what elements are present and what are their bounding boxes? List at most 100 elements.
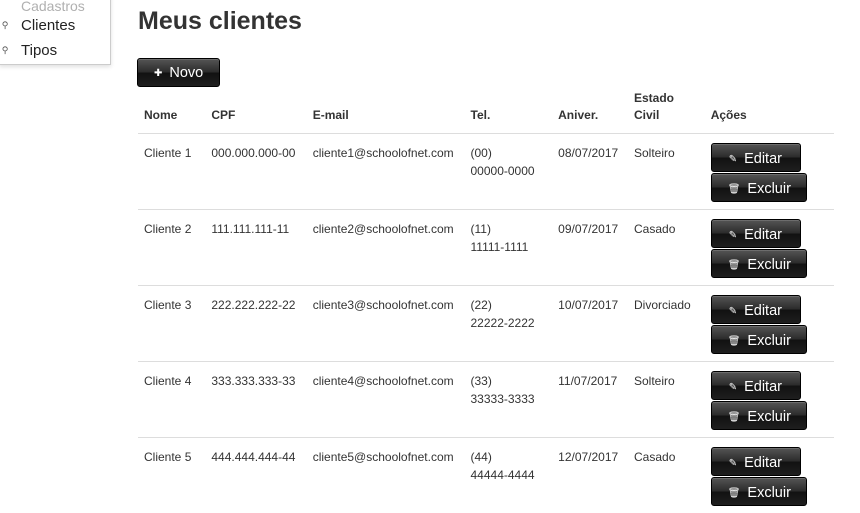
trash-icon: 🗑 bbox=[728, 412, 741, 423]
cell-acoes: ✎ Editar 🗑 Excluir bbox=[705, 134, 834, 210]
delete-button-label: Excluir bbox=[747, 409, 791, 425]
cell-nome: Cliente 1 bbox=[138, 134, 205, 210]
delete-button[interactable]: 🗑 Excluir bbox=[711, 325, 807, 354]
edit-button[interactable]: ✎ Editar bbox=[711, 219, 801, 248]
sidebar-item-clientes[interactable]: ⚲ Clientes bbox=[0, 16, 110, 36]
cell-nome: Cliente 2 bbox=[138, 210, 205, 286]
sidebar: Cadastros ⚲ Clientes ⚲ Tipos bbox=[0, 0, 111, 65]
cell-aniver: 09/07/2017 bbox=[552, 210, 628, 286]
cell-cpf: 000.000.000-00 bbox=[205, 134, 306, 210]
pencil-icon: ✎ bbox=[729, 458, 737, 469]
cell-cpf: 111.111.111-11 bbox=[205, 210, 306, 286]
user-icon: ⚲ bbox=[0, 20, 10, 30]
cell-cpf: 333.333.333-33 bbox=[205, 362, 306, 438]
pencil-icon: ✎ bbox=[729, 154, 737, 165]
column-header-nome: Nome bbox=[138, 90, 205, 134]
clients-table: Nome CPF E-mail Tel. Aniver. Estado Civi… bbox=[138, 90, 834, 513]
tel-ddd: (11) bbox=[471, 222, 491, 236]
delete-button-label: Excluir bbox=[747, 257, 791, 273]
cell-email: cliente5@schoolofnet.com bbox=[307, 438, 465, 513]
edit-button[interactable]: ✎Editar bbox=[711, 371, 801, 400]
trash-icon: 🗑 bbox=[728, 184, 741, 195]
cell-estado-civil: Divorciado bbox=[628, 286, 705, 362]
column-header-estado-civil: Estado Civil bbox=[628, 90, 705, 134]
table-row: Cliente 2111.111.111-11cliente2@schoolof… bbox=[138, 210, 834, 286]
cell-tel: (22) 22222-2222 bbox=[465, 286, 553, 362]
pencil-icon: ✎ bbox=[729, 382, 737, 393]
cell-estado-civil: Casado bbox=[628, 210, 705, 286]
edit-button-label: Editar bbox=[744, 227, 782, 243]
tel-number: 44444-4444 bbox=[471, 468, 535, 482]
cell-aniver: 10/07/2017 bbox=[552, 286, 628, 362]
user-icon: ⚲ bbox=[0, 45, 10, 55]
column-header-email: E-mail bbox=[307, 90, 465, 134]
new-client-button[interactable]: ✚ Novo bbox=[137, 58, 220, 87]
cell-nome: Cliente 3 bbox=[138, 286, 205, 362]
edit-button[interactable]: ✎ Editar bbox=[711, 447, 801, 476]
new-button-label: Novo bbox=[169, 65, 203, 81]
tel-ddd: (00) bbox=[471, 146, 492, 160]
page-title: Meus clientes bbox=[138, 7, 302, 36]
cell-tel: (33) 33333-3333 bbox=[465, 362, 553, 438]
cell-tel: (44) 44444-4444 bbox=[465, 438, 553, 513]
delete-button[interactable]: 🗑 Excluir bbox=[711, 249, 807, 278]
cell-estado-civil: Solteiro bbox=[628, 134, 705, 210]
cell-acoes: ✎ Editar 🗑 Excluir bbox=[705, 438, 834, 513]
tel-number: 33333-3333 bbox=[471, 392, 535, 406]
table-row: Cliente 4333.333.333-33cliente4@schoolof… bbox=[138, 362, 834, 438]
cell-aniver: 11/07/2017 bbox=[552, 362, 628, 438]
edit-button[interactable]: ✎ Editar bbox=[711, 143, 801, 172]
edit-button[interactable]: ✎ Editar bbox=[711, 295, 801, 324]
table-row: Cliente 1000.000.000-00cliente1@schoolof… bbox=[138, 134, 834, 210]
tel-number: 00000-0000 bbox=[471, 164, 535, 178]
cell-cpf: 444.444.444-44 bbox=[205, 438, 306, 513]
column-header-tel: Tel. bbox=[465, 90, 553, 134]
pencil-icon: ✎ bbox=[729, 230, 737, 241]
sidebar-item-label: Clientes bbox=[21, 17, 75, 34]
delete-button-label: Excluir bbox=[747, 333, 791, 349]
cell-estado-civil: Casado bbox=[628, 438, 705, 513]
trash-icon: 🗑 bbox=[728, 260, 741, 271]
column-header-acoes: Ações bbox=[705, 90, 834, 134]
cell-cpf: 222.222.222-22 bbox=[205, 286, 306, 362]
cell-acoes: ✎ Editar 🗑 Excluir bbox=[705, 286, 834, 362]
tel-ddd: (33) bbox=[471, 374, 492, 388]
column-header-estado-civil-text: Estado Civil bbox=[634, 90, 686, 124]
cell-tel: (11) 11111-1111 bbox=[465, 210, 553, 286]
cell-tel: (00) 00000-0000 bbox=[465, 134, 553, 210]
cell-aniver: 08/07/2017 bbox=[552, 134, 628, 210]
sidebar-item-label: Tipos bbox=[21, 42, 57, 59]
cell-aniver: 12/07/2017 bbox=[552, 438, 628, 513]
tel-number: 11111-1111 bbox=[471, 240, 529, 254]
delete-button[interactable]: 🗑 Excluir bbox=[711, 477, 807, 506]
column-header-cpf: CPF bbox=[205, 90, 306, 134]
cell-acoes: ✎Editar 🗑 Excluir bbox=[705, 362, 834, 438]
sidebar-item-tipos[interactable]: ⚲ Tipos bbox=[0, 41, 110, 61]
plus-icon: ✚ bbox=[154, 68, 162, 79]
tel-ddd: (22) bbox=[471, 298, 492, 312]
table-header-row: Nome CPF E-mail Tel. Aniver. Estado Civi… bbox=[138, 90, 834, 134]
column-header-aniver: Aniver. bbox=[552, 90, 628, 134]
delete-button[interactable]: 🗑 Excluir bbox=[711, 173, 807, 202]
delete-button[interactable]: 🗑 Excluir bbox=[711, 401, 807, 430]
tel-number: 22222-2222 bbox=[471, 316, 535, 330]
trash-icon: 🗑 bbox=[728, 336, 741, 347]
cell-email: cliente4@schoolofnet.com bbox=[307, 362, 465, 438]
cell-acoes: ✎ Editar 🗑 Excluir bbox=[705, 210, 834, 286]
delete-button-label: Excluir bbox=[747, 181, 791, 197]
table-row: Cliente 5444.444.444-44cliente5@schoolof… bbox=[138, 438, 834, 513]
trash-icon: 🗑 bbox=[728, 488, 741, 499]
sidebar-header-cadastros: Cadastros bbox=[21, 0, 85, 14]
cell-estado-civil: Solteiro bbox=[628, 362, 705, 438]
edit-button-label: Editar bbox=[744, 151, 782, 167]
tel-ddd: (44) bbox=[471, 450, 492, 464]
cell-email: cliente3@schoolofnet.com bbox=[307, 286, 465, 362]
cell-nome: Cliente 4 bbox=[138, 362, 205, 438]
edit-button-label: Editar bbox=[744, 303, 782, 319]
table-row: Cliente 3222.222.222-22cliente3@schoolof… bbox=[138, 286, 834, 362]
cell-email: cliente2@schoolofnet.com bbox=[307, 210, 465, 286]
edit-button-label: Editar bbox=[744, 455, 782, 471]
pencil-icon: ✎ bbox=[729, 306, 737, 317]
delete-button-label: Excluir bbox=[747, 485, 791, 501]
cell-email: cliente1@schoolofnet.com bbox=[307, 134, 465, 210]
